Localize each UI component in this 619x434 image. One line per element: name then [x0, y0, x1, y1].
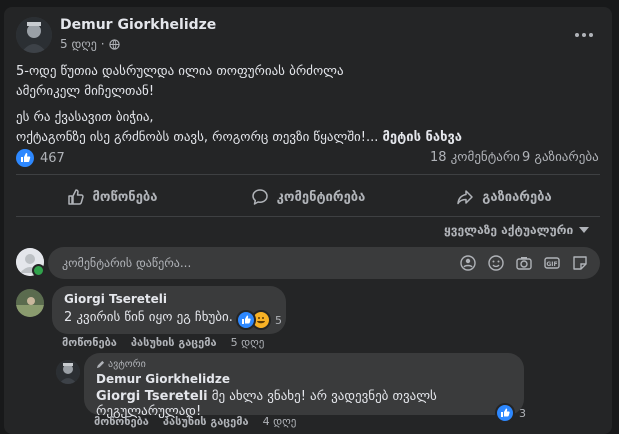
comment-composer: GIF	[48, 247, 600, 279]
divider	[16, 174, 600, 175]
comment-like-link[interactable]: მოწონება	[62, 336, 117, 349]
post-text-line: 5-ოდე წუთია დასრულდა ილია თოფურიას ბრძოლ…	[16, 64, 344, 79]
comment-reply-link[interactable]: პასუხის გაცემა	[131, 336, 217, 349]
mention-link[interactable]: Giorgi Tsereteli	[96, 389, 208, 404]
post-time[interactable]: 5 დღე	[60, 37, 97, 51]
reply-like-link[interactable]: მოწონება	[94, 415, 149, 428]
chevron-down-icon	[579, 227, 590, 233]
comment-reactions[interactable]: 5	[236, 310, 282, 330]
comment-sort-dropdown[interactable]: ყველაზე აქტუალური	[444, 223, 590, 237]
like-label: მოწონება	[92, 189, 158, 205]
author-badge: ავტორი	[96, 359, 512, 370]
more-options-icon[interactable]	[572, 25, 596, 37]
online-status-indicator	[32, 264, 45, 277]
post-card: Demur Giorkhelidze 5 დღე · 5-ოდე წუთია დ…	[4, 7, 612, 434]
thumbs-up-icon	[67, 188, 85, 206]
author-name[interactable]: Demur Giorkhelidze	[60, 17, 216, 33]
comment-author[interactable]: Giorgi Tsereteli	[64, 292, 274, 306]
comment-label: კომენტირება	[276, 189, 366, 205]
post-text-line: ეს რა ქვასავით ბიჭია,	[16, 110, 154, 125]
comment-button[interactable]: კომენტირება	[208, 180, 408, 214]
like-reaction-icon	[16, 149, 34, 167]
reaction-count: 467	[40, 150, 65, 166]
commenter-avatar[interactable]	[16, 289, 44, 317]
share-label: გაზიარება	[482, 189, 552, 205]
reply-actions: მოწონება პასუხის გაცემა 4 დღე	[94, 415, 296, 428]
svg-text:GIF: GIF	[546, 261, 557, 268]
reaction-summary[interactable]: 467	[16, 149, 65, 167]
sort-label: ყველაზე აქტუალური	[444, 223, 574, 237]
like-reaction-icon	[495, 403, 515, 423]
like-reaction-icon	[236, 310, 256, 330]
share-icon	[456, 188, 474, 206]
current-user-avatar[interactable]	[16, 248, 45, 277]
reply-author-avatar[interactable]	[56, 360, 80, 384]
reply-time[interactable]: 4 დღე	[263, 415, 297, 428]
post-meta: 5 დღე ·	[60, 37, 120, 51]
comment-icon	[251, 188, 269, 206]
reply-reactions[interactable]: 3	[495, 403, 526, 423]
like-button[interactable]: მოწონება	[16, 180, 208, 214]
post-text-line: ოქტაგონზე ისე გრძნობს თავს, როგორც თევზი…	[16, 130, 379, 145]
sticker-icon[interactable]	[570, 253, 590, 273]
avatar-sticker-icon[interactable]	[458, 253, 478, 273]
comment-reaction-count: 5	[275, 313, 282, 327]
author-avatar[interactable]	[16, 17, 52, 53]
pencil-icon	[96, 360, 105, 369]
reply-reply-link[interactable]: პასუხის გაცემა	[163, 415, 249, 428]
divider	[16, 216, 600, 217]
comment-actions: მოწონება პასუხის გაცემა 5 დღე	[62, 336, 264, 349]
author-badge-label: ავტორი	[108, 359, 146, 370]
dot-separator: ·	[100, 37, 105, 51]
comment-input[interactable]	[62, 247, 452, 279]
gif-icon[interactable]: GIF	[542, 253, 562, 273]
post-body: 5-ოდე წუთია დასრულდა ილია თოფურიას ბრძოლ…	[16, 62, 596, 148]
share-button[interactable]: გაზიარება	[408, 180, 600, 214]
share-count[interactable]: 9 გაზიარება	[522, 150, 599, 165]
globe-icon	[108, 38, 120, 50]
emoji-icon[interactable]	[486, 253, 506, 273]
camera-icon[interactable]	[514, 253, 534, 273]
composer-tools: GIF	[458, 253, 590, 273]
reply-bubble: ავტორი Demur Giorkhelidze Giorgi Tserete…	[84, 353, 524, 419]
reply-author[interactable]: Demur Giorkhelidze	[96, 372, 512, 386]
comment-count[interactable]: 18 კომენტარი	[430, 150, 520, 165]
post-text-line: ამერიკელ მიჩელთან!	[16, 84, 155, 99]
reply-reaction-count: 3	[519, 406, 526, 420]
comment-time[interactable]: 5 დღე	[231, 336, 265, 349]
see-more-link[interactable]: მეტის ნახვა	[383, 130, 462, 145]
